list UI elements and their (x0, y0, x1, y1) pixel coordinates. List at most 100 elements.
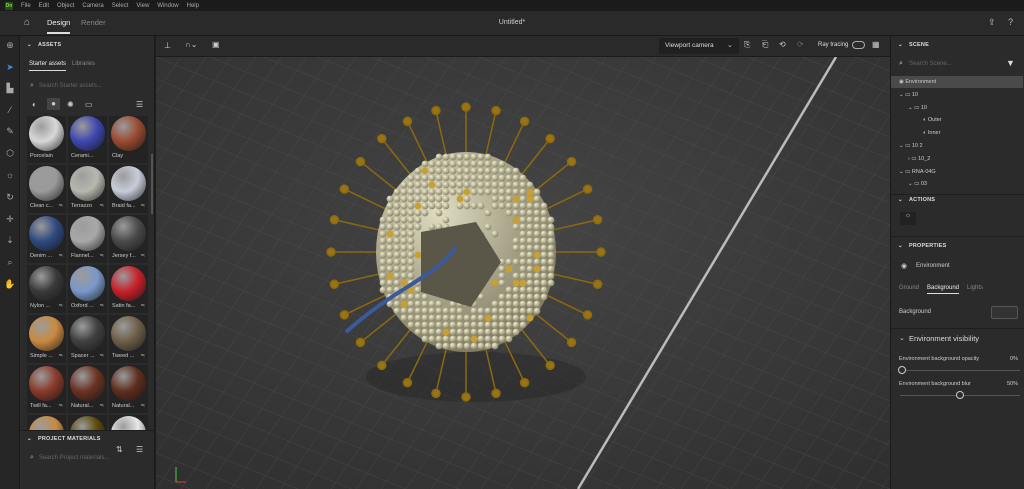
camera-add-icon[interactable]: ⎗ (762, 40, 768, 50)
sort-icon[interactable]: ⇅ (116, 445, 123, 454)
assets-scrollbar[interactable] (151, 154, 153, 214)
ray-tracing-toggle[interactable] (852, 41, 865, 49)
collapse-chevron-icon[interactable]: ⌄ (899, 334, 905, 342)
material-tile[interactable]: Denim ... ≒ (27, 215, 66, 263)
material-tile[interactable] (27, 415, 66, 430)
undo-camera-icon[interactable]: ⟲ (779, 40, 786, 49)
magic-wand-icon[interactable]: ⁄ (4, 104, 16, 116)
drop-to-ground-icon[interactable]: ▣ (212, 40, 220, 49)
search-icon: ⌕ (30, 454, 34, 461)
hand-icon[interactable]: ✋ (4, 278, 16, 290)
material-tile[interactable]: Natural... ≒ (68, 365, 107, 413)
action-light-icon[interactable]: ☼ (900, 212, 916, 225)
pan-icon[interactable]: ✛ (4, 213, 16, 225)
slider-knob[interactable] (956, 391, 964, 399)
list-view-icon[interactable]: ☰ (136, 100, 143, 109)
material-tile[interactable]: Simple ... ≒ (27, 315, 66, 363)
scene-tree-item[interactable]: ⌄ ▭ 10 (891, 102, 1023, 114)
material-tile[interactable]: Terrazzo ≒ (68, 165, 107, 213)
material-tile[interactable]: Cerami... (68, 116, 107, 163)
bead (400, 181, 408, 189)
zoom-icon[interactable]: ⌕ (4, 256, 16, 268)
share-icon[interactable]: ⇪ (988, 17, 996, 28)
help-icon[interactable]: ? (1008, 17, 1013, 27)
images-filter-icon[interactable]: ▭ (85, 100, 93, 109)
select-tool-icon[interactable]: ➤ (4, 61, 16, 73)
tab-lights[interactable]: Lights (967, 285, 983, 291)
filter-icon[interactable]: ▼ (1006, 58, 1015, 68)
bead (407, 181, 415, 189)
axis-icon[interactable]: ⊥ (164, 41, 171, 50)
material-tile[interactable]: Twill fa... ≒ (27, 365, 66, 413)
render-preview-icon[interactable]: ▦ (872, 40, 880, 49)
scene-tree-item[interactable]: ⌄ ▭ RNA-04G (891, 166, 1023, 178)
menu-file[interactable]: File (21, 3, 31, 9)
scene-tree-item[interactable]: ◐ Outer (891, 114, 1023, 126)
material-tile[interactable]: Nylon ... ≒ (27, 265, 66, 313)
material-preview (29, 266, 64, 301)
opacity-slider[interactable] (898, 366, 1020, 374)
tab-libraries[interactable]: Libraries (72, 61, 95, 67)
material-tile[interactable]: Oxford ... ≒ (68, 265, 107, 313)
material-tile[interactable] (68, 415, 107, 430)
material-tile[interactable] (109, 415, 148, 430)
redo-camera-icon[interactable]: ⟳ (797, 40, 804, 49)
materials-filter-icon[interactable]: ● (47, 98, 60, 110)
collapse-chevron-icon[interactable]: ⌄ (27, 436, 32, 442)
collapse-chevron-icon[interactable]: ⌄ (27, 42, 32, 48)
background-color-swatch[interactable] (991, 306, 1018, 319)
collapse-chevron-icon[interactable]: ⌄ (898, 42, 903, 48)
adobe-stock-icon: ≒ (99, 203, 104, 209)
menu-select[interactable]: Select (112, 3, 129, 9)
scene-tree-item[interactable]: ◐ Inner (891, 127, 1023, 139)
material-tile[interactable]: Flannel... ≒ (68, 215, 107, 263)
list-view-icon[interactable]: ☰ (136, 445, 143, 454)
orbit-icon[interactable]: ↻ (4, 191, 16, 203)
material-tile[interactable]: Braid fa... ≒ (109, 165, 148, 213)
models-filter-icon[interactable]: ◐ (32, 100, 37, 109)
menu-camera[interactable]: Camera (82, 3, 103, 9)
scene-tree-item[interactable]: ⌄ ▭ 10 2 (891, 140, 1023, 152)
menu-view[interactable]: View (136, 3, 149, 9)
material-tile[interactable]: Jersey f... ≒ (109, 215, 148, 263)
align-tool-icon[interactable]: ▙ (4, 82, 16, 94)
bead (512, 167, 520, 175)
menu-help[interactable]: Help (187, 3, 199, 9)
material-tile[interactable]: Porcelain (27, 116, 66, 163)
cube-icon[interactable]: ⬡ (4, 147, 16, 159)
scene-search-input[interactable]: Search Scene... (909, 61, 952, 67)
material-tile[interactable]: Satin fa... ≒ (109, 265, 148, 313)
scene-tree-item[interactable]: ⌄ ▭ 10 (891, 89, 1023, 101)
sample-tool-icon[interactable]: ✎ (4, 125, 16, 137)
material-tile[interactable]: Clay (109, 116, 148, 163)
scene-tree-item[interactable]: › ▭ 10_2 (891, 153, 1023, 165)
menu-edit[interactable]: Edit (39, 3, 49, 9)
material-tile[interactable]: Clean c... ≒ (27, 165, 66, 213)
dolly-icon[interactable]: ⇣ (4, 234, 16, 246)
camera-bookmark-icon[interactable]: ⎘ (744, 40, 750, 50)
project-search-input[interactable]: Search Project materials... (39, 455, 109, 461)
tab-ground[interactable]: Ground (899, 285, 919, 291)
light-icon[interactable]: ☼ (4, 169, 16, 181)
slider-knob[interactable] (898, 366, 906, 374)
camera-dropdown[interactable]: Viewport camera ⌄ (659, 38, 739, 54)
collapse-chevron-icon[interactable]: ⌄ (898, 243, 903, 249)
lights-filter-icon[interactable]: ✺ (67, 100, 74, 109)
material-tile[interactable]: Spacer ... ≒ (68, 315, 107, 363)
bead (533, 258, 541, 266)
assets-search-input[interactable]: Search Starter assets... (39, 83, 102, 89)
snap-icon[interactable]: ∩⌄ (185, 40, 197, 49)
menu-object[interactable]: Object (57, 3, 74, 9)
material-tile[interactable]: Tweed ... ≒ (109, 315, 148, 363)
menu-window[interactable]: Window (157, 3, 178, 9)
material-preview (29, 366, 64, 401)
tab-background[interactable]: Background (927, 285, 960, 294)
scene-tree-item[interactable]: ⌄ ▭ 03 (891, 178, 1023, 190)
scene-tree-item[interactable]: ◉ Environment (891, 76, 1023, 88)
3d-viewport[interactable] (156, 57, 890, 489)
material-tile[interactable]: Natural... ≒ (109, 365, 148, 413)
blur-slider[interactable] (900, 391, 1020, 399)
add-icon[interactable]: ⊕ (4, 39, 16, 51)
tab-starter-assets[interactable]: Starter assets (29, 61, 67, 71)
collapse-chevron-icon[interactable]: ⌄ (898, 197, 903, 203)
